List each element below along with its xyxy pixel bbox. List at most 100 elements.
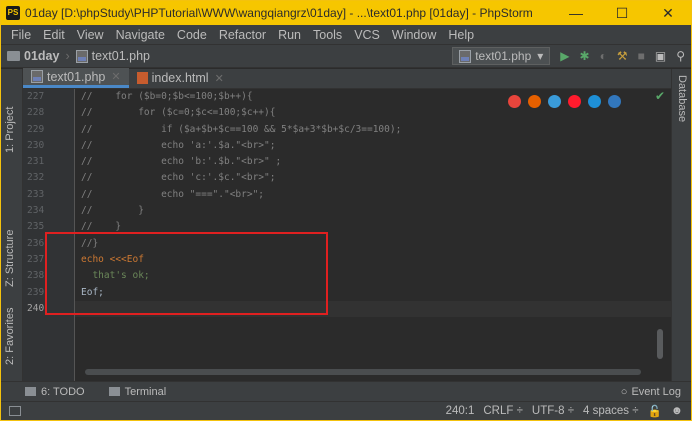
php-file-icon bbox=[459, 49, 472, 63]
run-config-select[interactable]: text01.php ▾ bbox=[452, 47, 551, 65]
line-number: 231 bbox=[27, 156, 45, 168]
code-area[interactable]: 227 228 229 230 231 232 233 234 235 236 … bbox=[23, 89, 671, 381]
chevron-down-icon: ▾ bbox=[537, 49, 544, 63]
status-right: 240:1 CRLF ÷ UTF-8 ÷ 4 spaces ÷ 🔓 ☻ bbox=[446, 404, 691, 418]
run-toolbar: text01.php ▾ ▶ ✱ ◐ ⚒ ■ ▣ ⚲ bbox=[452, 47, 691, 65]
code-line: Eof; bbox=[81, 286, 104, 298]
menu-view[interactable]: View bbox=[71, 28, 110, 42]
horizontal-scrollbar[interactable] bbox=[85, 369, 641, 375]
opera-icon[interactable] bbox=[568, 95, 581, 108]
line-number: 237 bbox=[27, 253, 45, 265]
terminal-tool-button[interactable]: Terminal bbox=[108, 385, 167, 398]
line-number: 235 bbox=[27, 221, 45, 233]
lock-icon[interactable]: 🔓 bbox=[648, 404, 662, 418]
safari-icon[interactable] bbox=[548, 95, 561, 108]
event-log-button[interactable]: ○ Event Log bbox=[621, 386, 681, 398]
panel-toggle-icon[interactable] bbox=[9, 406, 21, 416]
ie-icon[interactable] bbox=[588, 95, 601, 108]
phpstorm-icon: PS bbox=[6, 6, 20, 20]
menu-edit[interactable]: Edit bbox=[37, 28, 71, 42]
editor: text01.php ✕ index.html ✕ 227 228 229 23… bbox=[23, 68, 671, 381]
list-icon bbox=[25, 387, 36, 396]
firefox-icon[interactable] bbox=[528, 95, 541, 108]
line-number: 239 bbox=[27, 286, 45, 298]
coverage-icon[interactable]: ◐ bbox=[600, 49, 607, 63]
menu-run[interactable]: Run bbox=[272, 28, 307, 42]
php-file-icon bbox=[75, 49, 88, 63]
line-number: 228 bbox=[27, 107, 45, 119]
todo-label: 6: TODO bbox=[41, 385, 85, 398]
stop-icon[interactable]: ■ bbox=[638, 49, 645, 63]
close-tab-icon[interactable]: ✕ bbox=[111, 70, 120, 83]
caret-position[interactable]: 240:1 bbox=[446, 405, 475, 417]
browser-preview-icons bbox=[508, 95, 621, 108]
code-line: // } bbox=[81, 221, 122, 233]
code-lines[interactable]: // for ($b=0;$b<=100;$b++){ // for ($c=0… bbox=[45, 89, 671, 381]
inspector-icon[interactable]: ☻ bbox=[671, 405, 683, 417]
event-log-label: Event Log bbox=[631, 385, 681, 398]
code-line: // if ($a+$b+$c==100 && 5*$a+3*$b+$c/3==… bbox=[81, 123, 402, 135]
todo-tool-button[interactable]: 6: TODO bbox=[25, 386, 85, 398]
menu-file[interactable]: File bbox=[5, 28, 37, 42]
edge-icon[interactable] bbox=[608, 95, 621, 108]
code-line: // echo 'b:'.$b."<br>" ; bbox=[81, 156, 282, 168]
right-tool-strip: Database bbox=[671, 69, 691, 381]
code-line: // echo 'a:'.$a."<br>"; bbox=[81, 139, 276, 151]
line-number: 230 bbox=[27, 139, 45, 151]
editor-tabs: text01.php ✕ index.html ✕ bbox=[23, 68, 671, 89]
tool-database-tab[interactable]: Database bbox=[676, 75, 688, 122]
search-icon[interactable]: ⚲ bbox=[676, 49, 685, 63]
breadcrumb: 01day › text01.php bbox=[1, 49, 150, 63]
tab-label: text01.php bbox=[47, 69, 106, 84]
line-number: 234 bbox=[27, 205, 45, 217]
encoding-select[interactable]: UTF-8 ÷ bbox=[532, 405, 574, 417]
maximize-button[interactable]: ☐ bbox=[599, 1, 645, 25]
inspection-ok-icon[interactable]: ✔ bbox=[655, 89, 665, 103]
line-number: 238 bbox=[27, 270, 45, 282]
tab-index-html[interactable]: index.html ✕ bbox=[129, 68, 232, 88]
build-icon[interactable]: ⚒ bbox=[617, 49, 628, 63]
line-number: 232 bbox=[27, 172, 45, 184]
main-body: 1: Project Z: Structure 2: Favorites tex… bbox=[1, 68, 691, 381]
tab-text01-php[interactable]: text01.php ✕ bbox=[23, 68, 129, 88]
terminal-icon bbox=[108, 387, 120, 396]
window-title: 01day [D:\phpStudy\PHPTutorial\WWW\wangq… bbox=[25, 6, 533, 20]
menu-tools[interactable]: Tools bbox=[307, 28, 348, 42]
terminal-label: Terminal bbox=[124, 385, 167, 398]
line-separator-select[interactable]: CRLF ÷ bbox=[483, 405, 523, 417]
menu-code[interactable]: Code bbox=[171, 28, 213, 42]
code-line: //} bbox=[81, 237, 99, 249]
bottom-tool-bar: 6: TODO Terminal ○ Event Log bbox=[1, 381, 691, 401]
code-line: // echo "==="."<br>"; bbox=[81, 188, 265, 200]
breadcrumb-separator: › bbox=[65, 49, 70, 63]
run-config-label: text01.php bbox=[475, 49, 532, 63]
speech-bubble-icon: ○ bbox=[620, 385, 628, 398]
menu-vcs[interactable]: VCS bbox=[348, 28, 386, 42]
tool-structure-tab[interactable]: Z: Structure bbox=[4, 230, 16, 287]
layout-icon[interactable]: ▣ bbox=[655, 49, 666, 63]
menu-refactor[interactable]: Refactor bbox=[213, 28, 272, 42]
minimize-button[interactable]: — bbox=[553, 1, 599, 25]
code-line: // echo 'c:'.$c."<br>"; bbox=[81, 172, 276, 184]
close-tab-icon[interactable]: ✕ bbox=[215, 72, 224, 85]
run-icon[interactable]: ▶ bbox=[560, 49, 569, 63]
menu-help[interactable]: Help bbox=[442, 28, 480, 42]
tool-favorites-tab[interactable]: 2: Favorites bbox=[4, 308, 16, 365]
line-number: 233 bbox=[27, 188, 45, 200]
debug-icon[interactable]: ✱ bbox=[580, 49, 590, 63]
line-number: 227 bbox=[27, 91, 45, 102]
indent-select[interactable]: 4 spaces ÷ bbox=[583, 405, 639, 417]
code-line: that's ok; bbox=[81, 270, 150, 282]
tab-label: index.html bbox=[151, 71, 209, 85]
vertical-scrollbar[interactable] bbox=[657, 329, 663, 359]
line-number: 236 bbox=[27, 237, 45, 249]
breadcrumb-project[interactable]: 01day bbox=[24, 49, 59, 63]
breadcrumb-file[interactable]: text01.php bbox=[92, 49, 150, 63]
menu-window[interactable]: Window bbox=[386, 28, 442, 42]
close-button[interactable]: ✕ bbox=[645, 1, 691, 25]
chrome-icon[interactable] bbox=[508, 95, 521, 108]
title-bar: PS 01day [D:\phpStudy\PHPTutorial\WWW\wa… bbox=[1, 1, 691, 25]
tool-project-tab[interactable]: 1: Project bbox=[4, 107, 16, 153]
menu-navigate[interactable]: Navigate bbox=[110, 28, 171, 42]
php-file-icon bbox=[31, 70, 43, 83]
